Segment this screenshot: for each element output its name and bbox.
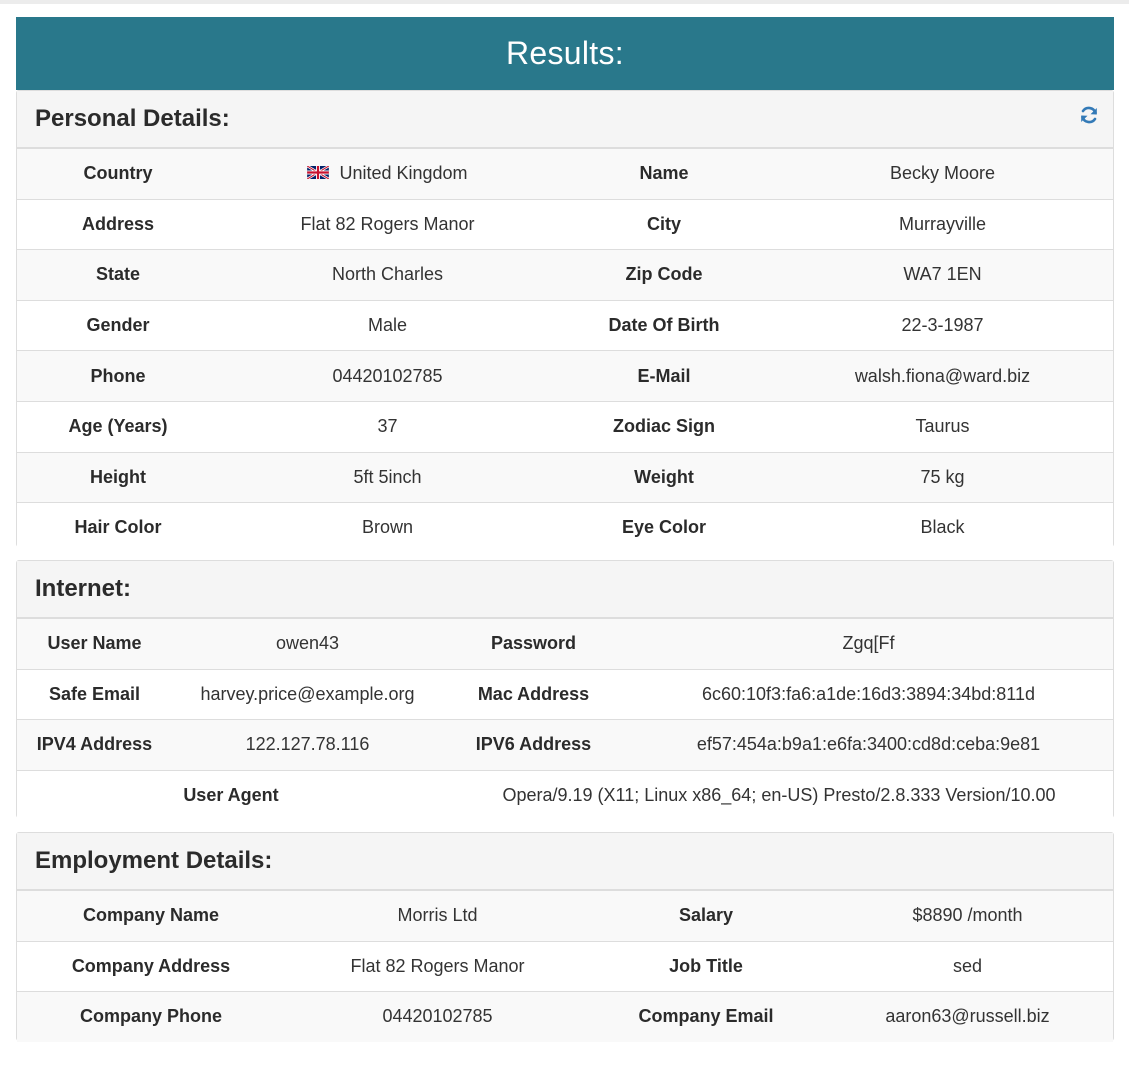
company-name-label: Company Name [17, 891, 285, 942]
company-phone-label: Company Phone [17, 991, 285, 1042]
address-value: Flat 82 Rogers Manor [219, 198, 556, 250]
weight-value: 75 kg [772, 451, 1113, 503]
company-name-value: Morris Ltd [285, 891, 590, 942]
ipv4-address-value: 122.127.78.116 [172, 719, 443, 770]
personal-details-title: Personal Details: [35, 105, 230, 132]
employment-table: Company Name Morris Ltd Salary $8890 /month… [17, 891, 1113, 1042]
table-row: User Name owen43 Password Zgq[Ff [17, 619, 1113, 670]
e-mail-label: E-Mail [556, 350, 772, 402]
mac-address-label: Mac Address [443, 668, 624, 720]
user-agent-table: User Agent Opera/9.19 (X11; Linux x86_64… [17, 769, 1113, 821]
refresh-icon[interactable] [1079, 105, 1099, 125]
name-label: Name [556, 149, 772, 200]
phone-label: Phone [17, 350, 219, 402]
height-label: Height [17, 451, 219, 503]
age-years-value: 37 [219, 400, 556, 453]
country-label: Country [17, 149, 219, 200]
table-row: Company Phone 04420102785 Company Email aar… [17, 991, 1113, 1042]
name-value: Becky Moore [772, 149, 1113, 200]
internet-table: User Name owen43 Password Zgq[Ff Safe Email h… [17, 619, 1113, 770]
eye-color-value: Black [772, 502, 1113, 553]
age-years-label: Age (Years) [17, 400, 219, 453]
company-email-label: Company Email [590, 991, 822, 1042]
hair-color-value: Brown [219, 502, 556, 553]
weight-label: Weight [556, 451, 772, 503]
hair-color-label: Hair Color [17, 502, 219, 553]
city-value: Murrayville [772, 198, 1113, 250]
salary-value: $8890 /month [822, 891, 1113, 942]
internet-panel: Internet: User Name owen43 Password Zgq[Ff S… [16, 560, 1114, 821]
gender-label: Gender [17, 299, 219, 351]
password-value: Zgq[Ff [624, 619, 1113, 670]
date-of-birth-value: 22-3-1987 [772, 299, 1113, 351]
zodiac-sign-value: Taurus [772, 400, 1113, 453]
country-text: United Kingdom [339, 163, 468, 184]
gender-value: Male [219, 299, 556, 351]
company-email-value: aaron63@russell.biz [822, 991, 1113, 1042]
user-agent-row: User Agent Opera/9.19 (X11; Linux x86_64… [17, 769, 1113, 821]
country-value: United Kingdom [219, 149, 556, 200]
salary-label: Salary [590, 891, 822, 942]
personal-details-table: Country United Kingdom Name Becky Moore Addr… [17, 149, 1113, 553]
table-row: Company Name Morris Ltd Salary $8890 /month [17, 891, 1113, 942]
eye-color-label: Eye Color [556, 502, 772, 553]
user-name-label: User Name [17, 619, 172, 670]
job-title-label: Job Title [590, 940, 822, 992]
state-label: State [17, 249, 219, 301]
height-value: 5ft 5inch [219, 451, 556, 503]
table-row: Phone 04420102785 E-Mail walsh.fiona@ward.b… [17, 350, 1113, 402]
password-label: Password [443, 619, 624, 670]
ipv4-address-label: IPV4 Address [17, 719, 172, 770]
table-row: Company Address Flat 82 Rogers Manor Job T… [17, 940, 1113, 992]
uk-flag-icon [306, 163, 330, 184]
e-mail-value: walsh.fiona@ward.biz [772, 350, 1113, 402]
personal-details-panel: Personal Details: Country United Kingdom N… [16, 90, 1114, 553]
city-label: City [556, 198, 772, 250]
internet-title: Internet: [35, 575, 131, 602]
table-row: Safe Email harvey.price@example.org Mac Ad… [17, 668, 1113, 720]
user-name-value: owen43 [172, 619, 443, 670]
state-value: North Charles [219, 249, 556, 301]
table-row: Age (Years) 37 Zodiac Sign Taurus [17, 400, 1113, 453]
date-of-birth-label: Date Of Birth [556, 299, 772, 351]
table-row: State North Charles Zip Code WA7 1EN [17, 249, 1113, 301]
ipv6-address-label: IPV6 Address [443, 719, 624, 770]
mac-address-value: 6c60:10f3:fa6:a1de:16d3:3894:34bd:811d [624, 668, 1113, 720]
zodiac-sign-label: Zodiac Sign [556, 400, 772, 453]
personal-details-heading: Personal Details: [17, 91, 1113, 149]
table-row: Hair Color Brown Eye Color Black [17, 502, 1113, 553]
user-agent-value: Opera/9.19 (X11; Linux x86_64; en-US) Pr… [445, 769, 1113, 821]
safe-email-label: Safe Email [17, 668, 172, 720]
phone-value: 04420102785 [219, 350, 556, 402]
safe-email-value: harvey.price@example.org [172, 668, 443, 720]
ipv6-address-value: ef57:454a:b9a1:e6fa:3400:cd8d:ceba:9e81 [624, 719, 1113, 770]
company-address-label: Company Address [17, 940, 285, 992]
results-header: Results: [16, 17, 1114, 90]
employment-heading: Employment Details: [17, 833, 1113, 891]
table-row: Gender Male Date Of Birth 22-3-1987 [17, 299, 1113, 351]
user-agent-label: User Agent [17, 769, 445, 821]
results-title: Results: [506, 35, 624, 71]
table-row: IPV4 Address 122.127.78.116 IPV6 Address ef… [17, 719, 1113, 770]
table-row: Address Flat 82 Rogers Manor City Murrayvil… [17, 198, 1113, 250]
employment-title: Employment Details: [35, 847, 273, 874]
employment-panel: Employment Details: Company Name Morris L… [16, 832, 1114, 1042]
company-phone-value: 04420102785 [285, 991, 590, 1042]
company-address-value: Flat 82 Rogers Manor [285, 940, 590, 992]
job-title-value: sed [822, 940, 1113, 992]
internet-heading: Internet: [17, 561, 1113, 619]
address-label: Address [17, 198, 219, 250]
table-row: Country United Kingdom Name Becky Moore [17, 149, 1113, 200]
zip-code-label: Zip Code [556, 249, 772, 301]
table-row: Height 5ft 5inch Weight 75 kg [17, 451, 1113, 503]
zip-code-value: WA7 1EN [772, 249, 1113, 301]
